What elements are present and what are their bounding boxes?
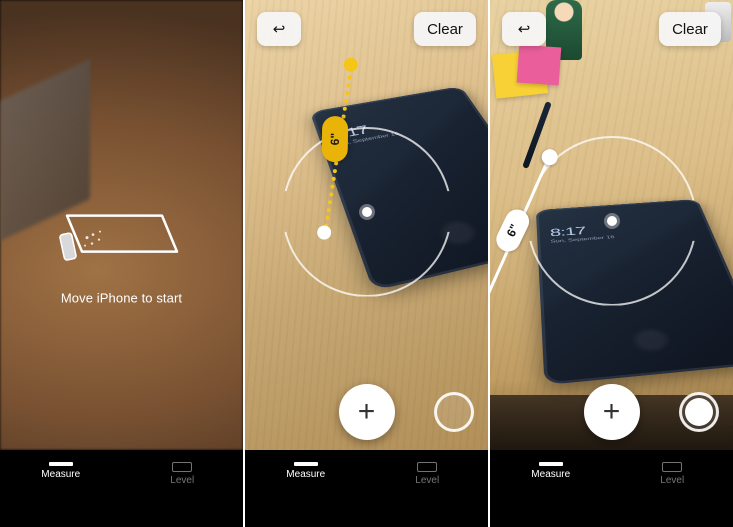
level-icon bbox=[662, 462, 682, 472]
camera-preview: 8:17 Sun, September 16 6" ↩ bbox=[490, 0, 733, 450]
level-icon bbox=[417, 462, 437, 472]
tab-label: Measure bbox=[531, 469, 570, 480]
screen-measuring-in-progress: 8:17 Sun, September 16 6" ↩ bbox=[245, 0, 488, 527]
screen-onboarding: Move iPhone to start Measure Level bbox=[0, 0, 243, 527]
plus-icon: + bbox=[603, 395, 621, 429]
tab-label: Level bbox=[660, 475, 684, 486]
plus-icon: + bbox=[358, 395, 376, 429]
bottom-controls: + bbox=[490, 384, 733, 440]
measure-icon bbox=[539, 462, 563, 466]
bottom-tab-bar: Measure Level bbox=[0, 450, 243, 527]
top-controls: ↩ Clear bbox=[245, 0, 488, 58]
reticle-center-dot bbox=[607, 216, 617, 226]
clear-label: Clear bbox=[427, 21, 463, 38]
bottom-tab-bar: Measure Level bbox=[245, 450, 488, 527]
instruction-text: Move iPhone to start bbox=[37, 290, 207, 305]
tab-level[interactable]: Level bbox=[122, 454, 244, 527]
add-point-button[interactable]: + bbox=[339, 384, 395, 440]
top-controls: ↩ Clear bbox=[490, 0, 733, 58]
parallelogram-scan-icon bbox=[47, 201, 197, 271]
camera-preview: 8:17 Sun, September 16 6" ↩ bbox=[245, 0, 488, 450]
clear-label: Clear bbox=[672, 21, 708, 38]
reticle-center-dot bbox=[362, 207, 372, 217]
bottom-tab-bar: Measure Level bbox=[490, 450, 733, 527]
bottom-controls: + bbox=[245, 384, 488, 440]
tab-label: Level bbox=[415, 475, 439, 486]
ar-reticle-circle bbox=[282, 127, 452, 297]
capture-button[interactable] bbox=[679, 392, 719, 432]
measurement-value: 6" bbox=[504, 222, 522, 239]
measure-icon bbox=[49, 462, 73, 466]
tab-measure[interactable]: Measure bbox=[245, 454, 367, 527]
measurement-value: 6" bbox=[328, 133, 342, 146]
tab-level[interactable]: Level bbox=[367, 454, 489, 527]
screen-measurement-complete: 8:17 Sun, September 16 6" ↩ bbox=[490, 0, 733, 527]
tab-measure[interactable]: Measure bbox=[490, 454, 612, 527]
measure-icon bbox=[294, 462, 318, 466]
capture-button[interactable] bbox=[434, 392, 474, 432]
undo-button[interactable]: ↩ bbox=[257, 12, 301, 46]
tab-label: Measure bbox=[286, 469, 325, 480]
measurement-readout-pill[interactable]: 6" bbox=[322, 116, 349, 162]
undo-icon: ↩ bbox=[518, 20, 531, 38]
undo-button[interactable]: ↩ bbox=[502, 12, 546, 46]
tab-label: Level bbox=[170, 475, 194, 486]
tab-measure[interactable]: Measure bbox=[0, 454, 122, 527]
measurement-endpoint-start[interactable] bbox=[343, 57, 359, 73]
clear-button[interactable]: Clear bbox=[414, 12, 476, 46]
tab-label: Measure bbox=[41, 469, 80, 480]
undo-icon: ↩ bbox=[273, 20, 286, 38]
clear-button[interactable]: Clear bbox=[659, 12, 721, 46]
tab-level[interactable]: Level bbox=[612, 454, 733, 527]
move-device-illustration: Move iPhone to start bbox=[37, 201, 207, 305]
level-icon bbox=[172, 462, 192, 472]
add-point-button[interactable]: + bbox=[584, 384, 640, 440]
